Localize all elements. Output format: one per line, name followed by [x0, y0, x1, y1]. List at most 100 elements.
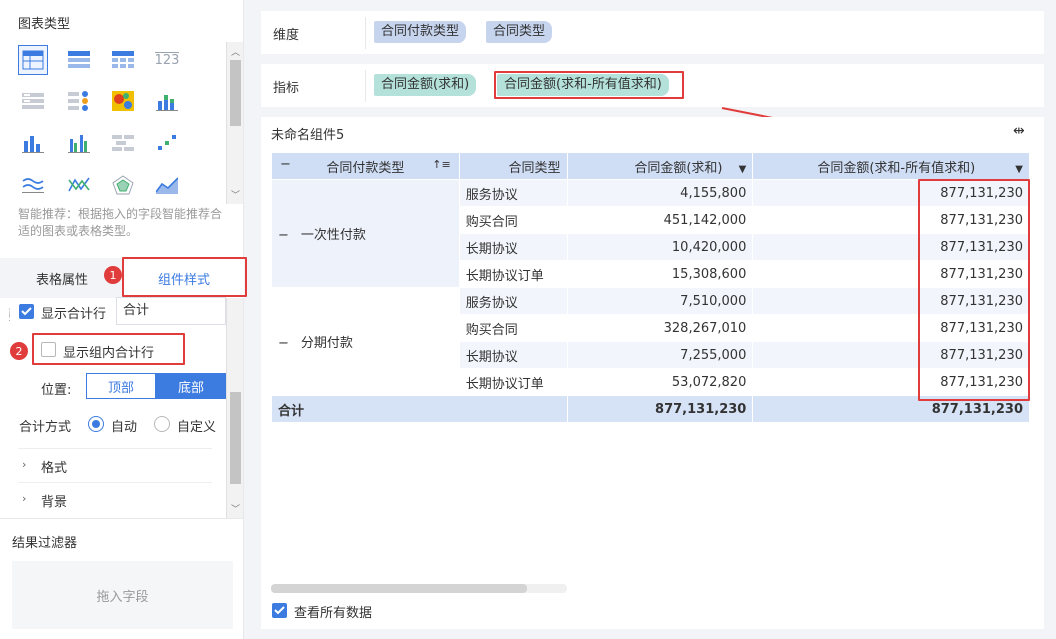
- smart-recommend-tip: 智能推荐：根据拖入的字段智能推荐合适的图表或表格类型。: [18, 207, 223, 238]
- stacked-bar-icon[interactable]: [152, 86, 182, 116]
- scroll-thumb[interactable]: [271, 584, 527, 593]
- area-chart-icon[interactable]: [152, 170, 182, 200]
- total-method-auto-radio[interactable]: [88, 416, 104, 432]
- highlight-box-metric: [494, 71, 684, 99]
- fit-width-icon[interactable]: ⇹: [1013, 123, 1025, 139]
- drop-field-zone[interactable]: 拖入字段: [12, 561, 233, 629]
- header-contract-type[interactable]: 合同类型: [458, 152, 568, 180]
- total-method-custom-label: 自定义: [177, 420, 217, 435]
- divider: [365, 70, 366, 102]
- metric-label: 指标: [273, 81, 300, 96]
- drag-handle-icon[interactable]: ⋮ ⋮: [5, 309, 14, 325]
- widget-title: 未命名组件5: [271, 128, 345, 143]
- header-amount-sum[interactable]: 合同金额(求和) ▼: [566, 152, 754, 180]
- contract-type-cell[interactable]: 服务协议: [458, 287, 568, 315]
- kpi-number-icon[interactable]: 123: [152, 45, 182, 75]
- grouped-bar-icon[interactable]: [64, 128, 94, 158]
- table-row: − 一次性付款 服务协议 4,155,800 877,131,230: [271, 179, 1030, 288]
- total-name-input[interactable]: 合计: [116, 297, 226, 325]
- bar-chart-icon[interactable]: [18, 128, 48, 158]
- detail-table-icon[interactable]: [108, 45, 138, 75]
- contract-type-cell[interactable]: 长期协议订单: [458, 368, 568, 396]
- amount-cell[interactable]: 53,072,820: [566, 368, 754, 396]
- scroll-down-icon[interactable]: ﹀: [231, 502, 240, 515]
- dot-list-icon[interactable]: [64, 86, 94, 116]
- contract-type-cell[interactable]: 长期协议: [458, 233, 568, 261]
- contract-type-cell[interactable]: 服务协议: [458, 179, 568, 207]
- show-total-checkbox[interactable]: [19, 304, 34, 319]
- position-label: 位置:: [41, 383, 72, 398]
- position-top-button[interactable]: 顶部: [86, 373, 156, 399]
- list-icon[interactable]: [18, 86, 48, 116]
- line-wave-icon[interactable]: [18, 170, 48, 200]
- amount-cell[interactable]: 15,308,600: [566, 260, 754, 288]
- scroll-up-icon[interactable]: ︿: [231, 45, 240, 58]
- dimension-pill[interactable]: 合同类型: [486, 21, 553, 43]
- amount-cell[interactable]: 451,142,000: [566, 206, 754, 234]
- contract-type-cell[interactable]: 购买合同: [458, 206, 568, 234]
- dimension-label: 维度: [273, 28, 300, 43]
- total-amount-cell[interactable]: 877,131,230: [566, 395, 754, 423]
- dropdown-icon[interactable]: ▼: [1015, 164, 1023, 175]
- amount-cell[interactable]: 7,510,000: [566, 287, 754, 315]
- show-total-label: 显示合计行: [41, 307, 107, 322]
- radar-icon[interactable]: [108, 170, 138, 200]
- sort-icon[interactable]: ↑≡: [432, 158, 450, 171]
- total-method-auto-label: 自动: [111, 420, 138, 435]
- collapse-icon: −: [278, 336, 289, 351]
- chevron-right-icon[interactable]: ›: [22, 458, 26, 471]
- heatmap-icon[interactable]: [108, 86, 138, 116]
- dropdown-icon[interactable]: ▼: [739, 164, 747, 175]
- header-payment-type[interactable]: − 合同付款类型 ↑≡: [271, 152, 460, 180]
- group-cell[interactable]: − 一次性付款: [271, 179, 460, 288]
- horizontal-scrollbar[interactable]: [271, 584, 567, 593]
- contract-type-cell[interactable]: 长期协议: [458, 341, 568, 369]
- contract-type-cell[interactable]: 购买合同: [458, 314, 568, 342]
- position-bottom-button[interactable]: 底部: [156, 373, 226, 399]
- highlight-box-column: [918, 179, 1030, 401]
- dimension-bar: 维度 合同付款类型 合同类型: [261, 11, 1044, 54]
- waterfall-icon[interactable]: [108, 128, 138, 158]
- view-all-label: 查看所有数据: [294, 606, 373, 621]
- dimension-pill[interactable]: 合同付款类型: [374, 21, 467, 43]
- divider: [0, 518, 244, 519]
- amount-cell[interactable]: 4,155,800: [566, 179, 754, 207]
- crosstab-icon[interactable]: [64, 45, 94, 75]
- step-badge-2: 2: [10, 342, 28, 360]
- chart-type-grid: 123: [14, 42, 224, 202]
- amount-cell[interactable]: 328,267,010: [566, 314, 754, 342]
- scroll-down-icon[interactable]: ﹀: [231, 188, 240, 201]
- amount-cell[interactable]: 7,255,000: [566, 341, 754, 369]
- background-section[interactable]: 背景: [41, 491, 67, 510]
- highlight-box-2: [32, 333, 185, 365]
- scatter-icon[interactable]: [152, 128, 182, 158]
- chart-grid-scrollbar[interactable]: ︿ ﹀: [226, 42, 243, 204]
- line-cross-icon[interactable]: [64, 170, 94, 200]
- collapse-icon[interactable]: −: [280, 157, 291, 172]
- table-widget: 未命名组件5 ⇹ − 合同付款类型 ↑≡ 合同类型 合同金额(求和) ▼ 合同金…: [261, 117, 1044, 629]
- divider: [18, 448, 212, 449]
- amount-cell[interactable]: 10,420,000: [566, 233, 754, 261]
- settings-panel: 图表类型 123 ︿ ﹀ 智能推荐：根据拖入的字段智能推荐合适的图表或表格类型。…: [0, 0, 247, 639]
- table-row: − 分期付款 服务协议 7,510,000 877,131,230: [271, 287, 1030, 396]
- divider: [18, 482, 212, 483]
- scroll-thumb[interactable]: [230, 60, 241, 126]
- total-method-custom-radio[interactable]: [154, 416, 170, 432]
- view-all-checkbox[interactable]: [272, 603, 287, 618]
- total-row-label: 合计: [271, 395, 568, 423]
- group-cell[interactable]: − 分期付款: [271, 287, 460, 396]
- table-icon[interactable]: [18, 45, 48, 75]
- chevron-right-icon[interactable]: ›: [22, 492, 26, 505]
- data-table: − 合同付款类型 ↑≡ 合同类型 合同金额(求和) ▼ 合同金额(求和-所有值求…: [271, 152, 1030, 423]
- chart-type-title: 图表类型: [18, 17, 71, 32]
- highlight-box-1: [122, 257, 247, 297]
- divider: [365, 17, 366, 49]
- scroll-thumb[interactable]: [230, 392, 241, 484]
- collapse-icon: −: [278, 228, 289, 243]
- step-badge-1: 1: [104, 266, 122, 284]
- contract-type-cell[interactable]: 长期协议订单: [458, 260, 568, 288]
- metric-pill[interactable]: 合同金额(求和): [374, 74, 477, 96]
- header-amount-all-sum[interactable]: 合同金额(求和-所有值求和) ▼: [752, 152, 1030, 180]
- style-panel-scrollbar[interactable]: ﹀: [226, 298, 243, 518]
- format-section[interactable]: 格式: [41, 457, 67, 476]
